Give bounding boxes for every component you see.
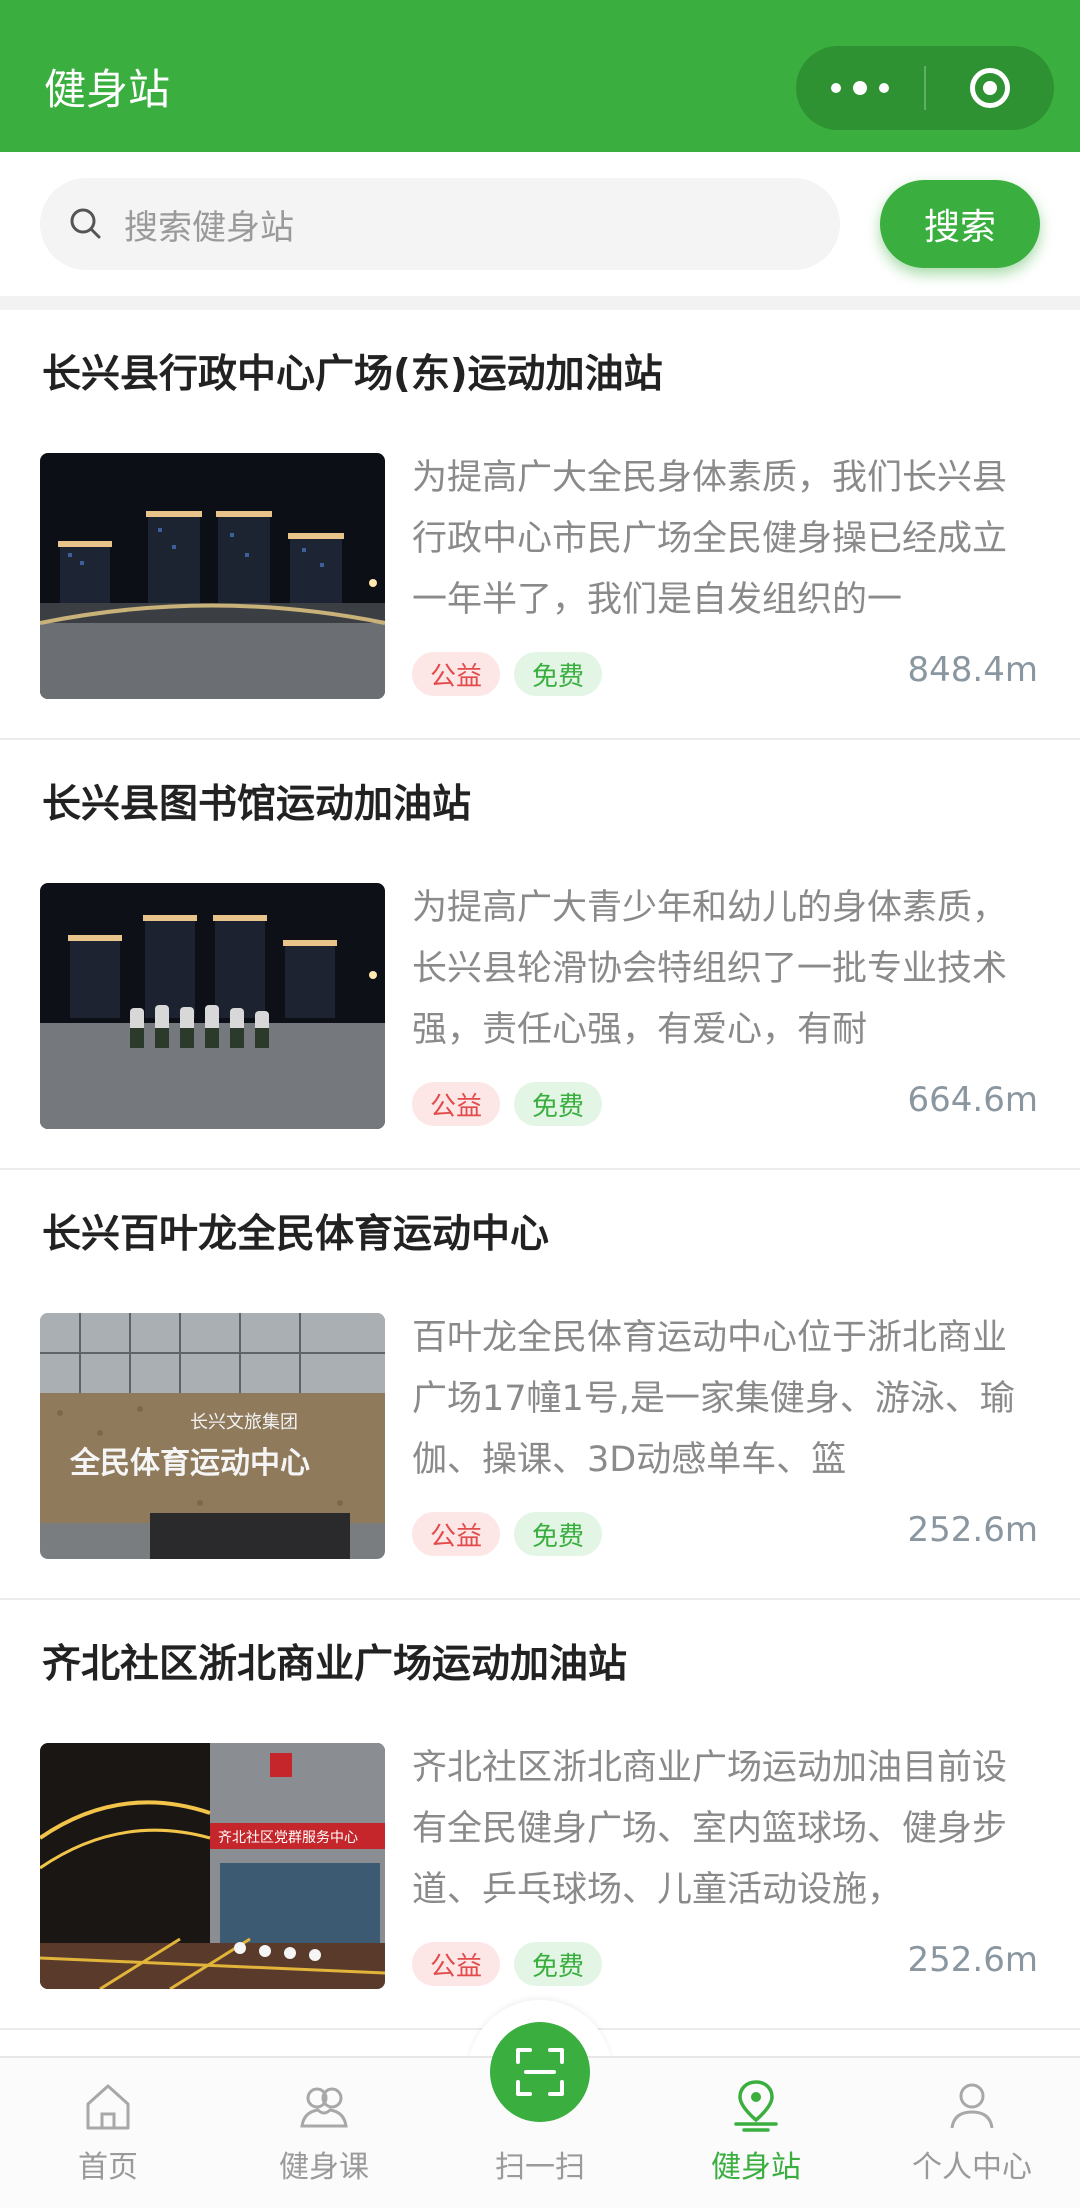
station-description: 齐北社区浙北商业广场运动加油目前设有全民健身广场、室内篮球场、健身步道、乒乓球场…	[412, 1748, 1008, 1910]
tag-public-welfare: 公益	[412, 1082, 501, 1126]
station-card[interactable]: 齐北社区浙北商业广场运动加油站 齐北社区党群服务中心 齐北社区浙北商业广场运动加…	[0, 1600, 1080, 2030]
search-input[interactable]: 搜索健身站	[40, 178, 840, 270]
close-mini-program-button[interactable]	[926, 46, 1054, 130]
top-bar: 健身站	[0, 0, 1080, 152]
station-description: 为提高广大青少年和幼儿的身体素质，长兴县轮滑协会特组织了一批专业技术强，责任心强…	[412, 888, 1008, 1050]
svg-text:全民体育运动中心: 全民体育运动中心	[69, 1446, 310, 1481]
tag-list: 公益 免费	[412, 1942, 616, 1986]
station-distance: 252.6m	[907, 1940, 1038, 1980]
nav-courses[interactable]: 健身课	[216, 2058, 432, 2210]
station-title: 长兴县行政中心广场(东)运动加油站	[42, 352, 663, 397]
station-description: 为提高广大全民身体素质，我们长兴县行政中心市民广场全民健身操已经成立一年半了，我…	[412, 458, 1008, 620]
search-area: 搜索健身站 搜索	[0, 152, 1080, 296]
svg-text:长兴文旅集团: 长兴文旅集团	[190, 1412, 298, 1433]
tag-public-welfare: 公益	[412, 1942, 501, 1986]
tag-list: 公益 免费	[412, 1082, 616, 1126]
tag-list: 公益 免费	[412, 1512, 616, 1556]
station-distance: 664.6m	[907, 1080, 1038, 1120]
nav-profile[interactable]: 个人中心	[864, 2058, 1080, 2210]
station-list: 长兴县行政中心广场(东)运动加油站 为提高广大全民身体素质，我们长兴县行政中心市…	[0, 310, 1080, 2030]
nav-stations[interactable]: 健身站	[648, 2058, 864, 2210]
station-title: 长兴百叶龙全民体育运动中心	[42, 1212, 550, 1257]
scan-button[interactable]	[490, 2022, 590, 2122]
more-dots-icon	[831, 83, 841, 93]
tag-public-welfare: 公益	[412, 652, 501, 696]
tag-free: 免费	[514, 1942, 603, 1986]
users-icon	[300, 2087, 348, 2128]
station-distance: 252.6m	[907, 1510, 1038, 1550]
more-button[interactable]	[796, 46, 924, 130]
nav-label: 扫一扫	[495, 2150, 585, 2185]
station-description: 百叶龙全民体育运动中心位于浙北商业广场17幢1号,是一家集健身、游泳、瑜伽、操课…	[412, 1318, 1015, 1480]
station-card[interactable]: 长兴县行政中心广场(东)运动加油站 为提高广大全民身体素质，我们长兴县行政中心市…	[0, 310, 1080, 740]
scan-icon	[516, 2048, 564, 2096]
tag-list: 公益 免费	[412, 652, 616, 696]
station-photo: 长兴文旅集团 全民体育运动中心	[40, 1313, 385, 1559]
nav-label: 健身站	[711, 2150, 801, 2185]
person-icon	[950, 2083, 994, 2129]
station-photo	[40, 883, 385, 1129]
location-pin-icon	[734, 2080, 778, 2132]
svg-text:齐北社区党群服务中心: 齐北社区党群服务中心	[218, 1830, 358, 1846]
station-title: 长兴县图书馆运动加油站	[42, 782, 472, 827]
target-icon	[970, 68, 1010, 108]
page-title: 健身站	[44, 65, 171, 114]
tag-public-welfare: 公益	[412, 1512, 501, 1556]
station-card[interactable]: 长兴县图书馆运动加油站 为提高广大青少年和幼儿的身体素质，长兴县轮滑协会特组织了…	[0, 740, 1080, 1170]
station-title: 齐北社区浙北商业广场运动加油站	[42, 1642, 628, 1687]
nav-label: 健身课	[279, 2150, 369, 2185]
tag-free: 免费	[514, 652, 603, 696]
station-card[interactable]: 长兴百叶龙全民体育运动中心 长兴文旅集团 全民体育运动中心 百叶龙全民体育运动中…	[0, 1170, 1080, 1600]
station-photo: 齐北社区党群服务中心	[40, 1743, 385, 1989]
search-button[interactable]: 搜索	[880, 180, 1040, 268]
divider	[0, 296, 1080, 310]
home-icon	[86, 2084, 130, 2130]
search-icon	[70, 208, 101, 239]
nav-label: 个人中心	[912, 2150, 1032, 2185]
station-photo	[40, 453, 385, 699]
search-placeholder: 搜索健身站	[124, 207, 294, 248]
tag-free: 免费	[514, 1512, 603, 1556]
station-distance: 848.4m	[907, 650, 1038, 690]
nav-home[interactable]: 首页	[0, 2058, 216, 2210]
nav-label: 首页	[78, 2150, 138, 2185]
tag-free: 免费	[514, 1082, 603, 1126]
mini-program-capsule	[796, 46, 1054, 130]
